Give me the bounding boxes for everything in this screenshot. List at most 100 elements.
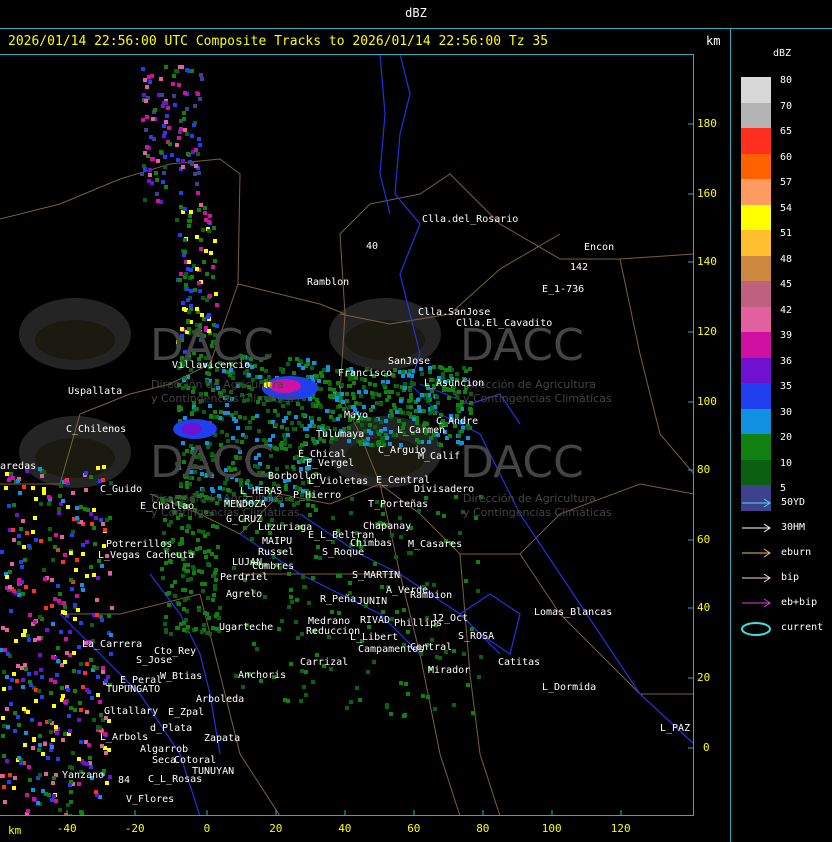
x-tick-label: -40 (56, 822, 77, 835)
place-label: Tulumaya (316, 429, 365, 440)
place-label: Zapata (204, 733, 241, 744)
place-label: Algarrob (140, 744, 189, 755)
place-label: S_Jose (136, 655, 173, 666)
legend-value: 10 (780, 457, 793, 469)
legend-swatch (741, 306, 771, 333)
track-legend-label: eb+bip (781, 597, 818, 608)
watermark-line2: y Contingencias Climáticas (463, 392, 612, 405)
place-label: C_Guido (100, 484, 143, 495)
legend-value: 35 (780, 381, 793, 392)
place-label: M_Casares (408, 539, 463, 550)
x-tick-label: 80 (476, 822, 490, 835)
legend-swatch (741, 459, 771, 486)
track-arrow-icon (742, 498, 771, 508)
place-label: L_Arbols (100, 732, 149, 743)
legend-value: 36 (780, 355, 793, 367)
place-label: L_Violetas (308, 476, 369, 487)
legend-swatch (741, 179, 771, 205)
legend-value: 65 (780, 126, 793, 137)
place-label: Luzuriaga (258, 522, 313, 533)
legend-swatch (741, 332, 771, 358)
place-label: T_Porteñas (368, 499, 429, 510)
y-tick-label: 60 (697, 533, 711, 546)
place-label: V_Flores (126, 794, 175, 805)
place-label: Catitas (498, 657, 541, 668)
x-tick-label: 120 (610, 822, 631, 835)
y-tick-label: 100 (697, 395, 717, 408)
track-arrow-icon (742, 573, 771, 583)
x-tick-label: 0 (203, 822, 211, 835)
place-label: Agrelo (226, 589, 263, 600)
place-label: La_Carrera (82, 639, 143, 650)
place-label: MENDOZA (224, 499, 267, 510)
place-label: Encon (584, 242, 615, 253)
place-label: E_1-736 (542, 284, 585, 295)
place-label: L_Vegas (98, 550, 141, 561)
legend-value: 80 (780, 75, 793, 86)
y-tick-label: 160 (697, 187, 717, 200)
y-tick-label: 180 (697, 117, 717, 130)
current-ellipse-icon (741, 622, 771, 636)
place-label: 40 (366, 241, 379, 252)
y-tick-label: 140 (697, 255, 717, 268)
x-tick-label: 60 (407, 822, 421, 835)
place-label: R_Peña (320, 594, 357, 605)
place-label: L_Dormida (542, 682, 597, 693)
place-label: Clla.SanJose (418, 307, 491, 318)
place-label: Arboleda (196, 694, 245, 705)
legend-swatch (741, 383, 771, 409)
legend-value: 51 (780, 228, 793, 239)
place-label: Divisadero (414, 484, 475, 495)
place-label: Ugarteche (219, 622, 274, 633)
place-label: Yanzano (62, 770, 105, 781)
place-label: JUNIN (357, 596, 388, 607)
place-label: L_PAZ (660, 723, 691, 734)
place-label: Rambion (410, 590, 453, 601)
place-label: Anchoris (238, 670, 287, 681)
legend-swatch (741, 77, 771, 103)
place-label: E_Zpal (168, 707, 205, 718)
place-label: aredas (0, 461, 37, 472)
y-tick-label: 20 (697, 671, 711, 684)
place-label: S_Roque (322, 547, 365, 558)
place-label: W_Btias (160, 671, 203, 682)
legend-value: 42 (780, 304, 793, 316)
place-label: C_Chilenos (66, 424, 127, 435)
legend-swatch (741, 434, 771, 460)
place-label: Potrerillos (106, 539, 173, 550)
legend-swatch (741, 204, 771, 231)
legend-value: 45 (780, 279, 793, 290)
watermark-line1: Dirección de Agricultura (463, 492, 596, 505)
watermark-line2: y Contingencias Climáticas (151, 392, 300, 405)
track-legend-label: eburn (781, 547, 812, 558)
x-tick-label: -20 (124, 822, 145, 835)
legend-value: 54 (780, 202, 793, 214)
y-tick-label: 120 (697, 325, 717, 338)
km-unit-label: km (706, 34, 721, 48)
legend-title: dBZ (773, 48, 792, 59)
place-label: Russel (258, 547, 295, 558)
place-label: Cacheuta (146, 550, 195, 561)
watermark-line1: Dirección de Agricultura (151, 378, 284, 391)
place-label: Ramblon (307, 277, 350, 288)
place-label: Cotoral (174, 755, 217, 766)
x-tick-label: 20 (269, 822, 283, 835)
watermark-brand: DACC (150, 437, 274, 488)
track-legend-label: bip (781, 572, 800, 583)
place-label: Uspallata (68, 386, 123, 397)
place-label: S_ROSA (458, 631, 495, 642)
legend-value: 5 (780, 483, 787, 494)
place-label: SanJose (388, 356, 431, 367)
x-tick-label: 40 (338, 822, 352, 835)
legend-value: 70 (780, 100, 793, 112)
place-label: Mayo (344, 410, 369, 421)
place-label: d_Plata (150, 723, 193, 734)
place-label: L_Libert (350, 632, 399, 643)
x-tick-label: 100 (541, 822, 562, 835)
track-legend-label: 50YD (781, 497, 806, 508)
place-label: Clla.El_Cavadito (456, 318, 553, 329)
place-label: 142 (570, 262, 589, 273)
place-label: Mirador (428, 665, 471, 676)
place-label: S_MARTIN (352, 570, 401, 581)
place-label: L_Carmen (397, 425, 446, 436)
